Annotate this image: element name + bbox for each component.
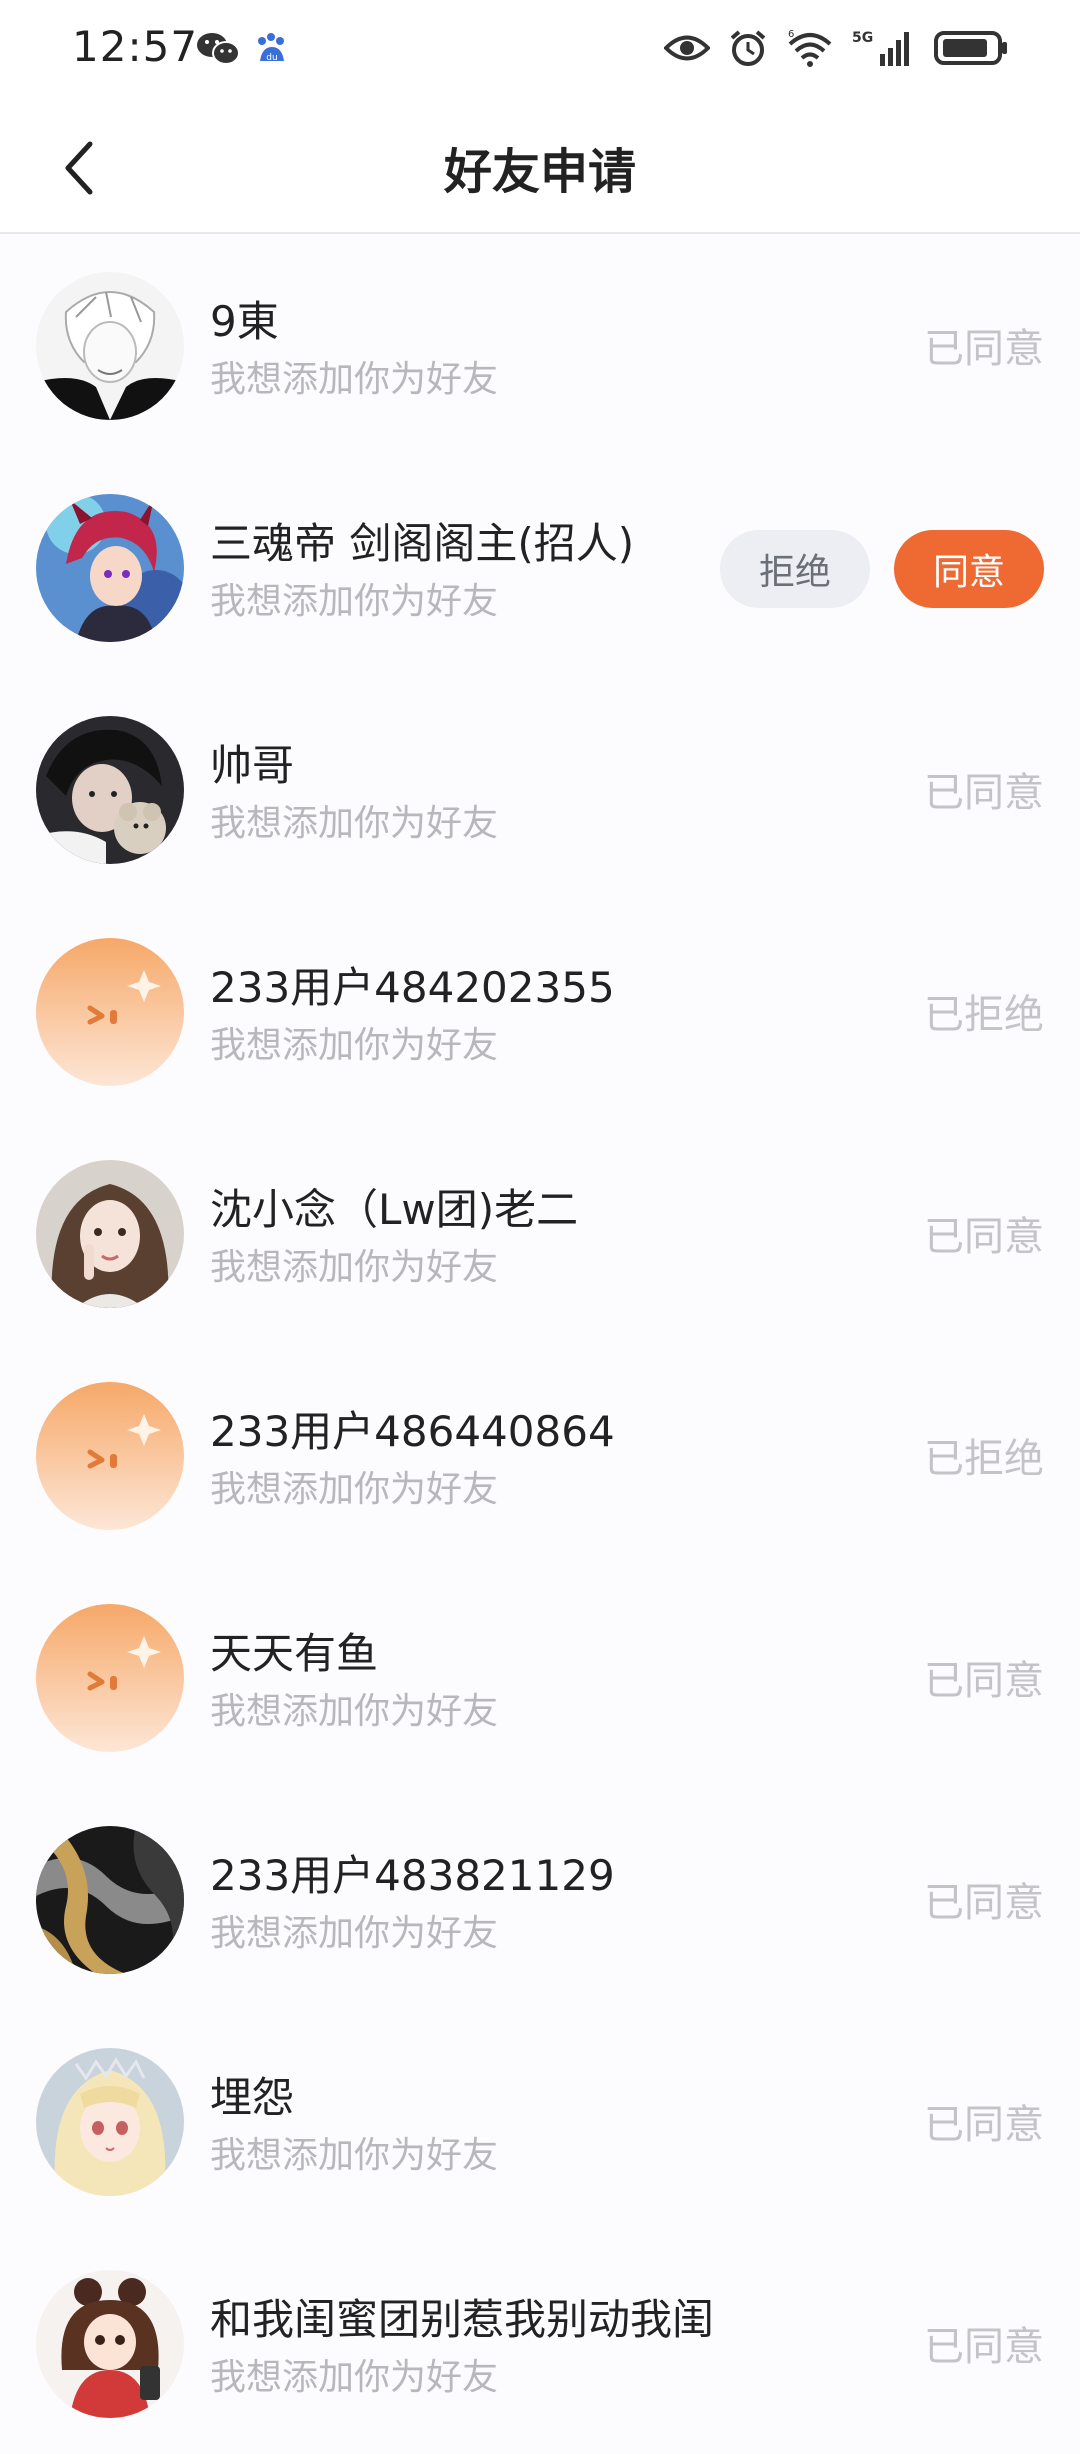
avatar[interactable] <box>36 2048 184 2196</box>
request-message: 我想添加你为好友 <box>210 1247 499 1288</box>
request-message: 我想添加你为好友 <box>210 2357 499 2398</box>
friend-request-row[interactable]: 9東 我想添加你为好友 已同意 <box>0 234 1080 456</box>
friend-request-row[interactable]: 和我闺蜜团别惹我别动我闺 我想添加你为好友 已同意 <box>0 2232 1080 2454</box>
app-header: 好友申请 <box>0 100 1080 234</box>
default-avatar[interactable] <box>36 1604 184 1752</box>
svg-text:du: du <box>266 53 277 63</box>
alarm-icon <box>728 28 768 72</box>
avatar[interactable] <box>36 494 184 642</box>
request-status: 已同意 <box>924 2102 1044 2148</box>
requester-name: 和我闺蜜团别惹我别动我闺 <box>210 2295 715 2344</box>
page-title: 好友申请 <box>443 144 636 200</box>
cellular-signal-icon: 5G <box>852 28 916 72</box>
request-status: 已同意 <box>924 1214 1044 1260</box>
request-status: 已拒绝 <box>924 1436 1044 1482</box>
status-right-icons: 6 5G <box>663 28 1010 72</box>
request-status: 已同意 <box>924 2324 1044 2370</box>
baidu-icon: du <box>254 31 290 71</box>
request-message: 我想添加你为好友 <box>210 1469 499 1510</box>
request-message: 我想添加你为好友 <box>210 2135 499 2176</box>
request-status: 已同意 <box>924 1658 1044 1704</box>
request-message: 我想添加你为好友 <box>210 1025 499 1066</box>
reject-button[interactable]: 拒绝 <box>720 530 870 608</box>
status-time: 12:57 <box>72 22 199 71</box>
request-status: 已拒绝 <box>924 992 1044 1038</box>
default-avatar[interactable] <box>36 1382 184 1530</box>
svg-text:5G: 5G <box>852 30 873 46</box>
request-status: 已同意 <box>924 770 1044 816</box>
request-message: 我想添加你为好友 <box>210 1691 499 1732</box>
requester-name: 233用户483821129 <box>210 1851 615 1900</box>
requester-name: 233用户486440864 <box>210 1407 615 1456</box>
requester-name: 埋怨 <box>210 2073 295 2122</box>
friend-request-row[interactable]: 帅哥 我想添加你为好友 已同意 <box>0 678 1080 900</box>
request-message: 我想添加你为好友 <box>210 359 499 400</box>
default-avatar[interactable] <box>36 938 184 1086</box>
friend-request-list: 9東 我想添加你为好友 已同意 三魂帝 剑阁阁主(招人) 我想添加你为好友 拒绝… <box>0 234 1080 2454</box>
avatar[interactable] <box>36 2270 184 2418</box>
requester-name: 233用户484202355 <box>210 963 615 1012</box>
svg-text:6: 6 <box>788 29 794 40</box>
eye-icon <box>663 33 711 67</box>
status-bar: 12:57 du 6 5G <box>0 0 1080 100</box>
friend-request-row[interactable]: 233用户484202355 我想添加你为好友 已拒绝 <box>0 900 1080 1122</box>
requester-name: 9東 <box>210 297 279 346</box>
avatar[interactable] <box>36 1160 184 1308</box>
requester-name: 三魂帝 剑阁阁主(招人) <box>210 519 635 568</box>
accept-button[interactable]: 同意 <box>894 530 1044 608</box>
friend-request-row[interactable]: 天天有鱼 我想添加你为好友 已同意 <box>0 1566 1080 1788</box>
friend-request-row[interactable]: 三魂帝 剑阁阁主(招人) 我想添加你为好友 拒绝 同意 <box>0 456 1080 678</box>
requester-name: 天天有鱼 <box>210 1629 379 1678</box>
friend-request-row[interactable]: 沈小念（Lw团)老二 我想添加你为好友 已同意 <box>0 1122 1080 1344</box>
avatar[interactable] <box>36 272 184 420</box>
friend-request-row[interactable]: 233用户486440864 我想添加你为好友 已拒绝 <box>0 1344 1080 1566</box>
friend-request-row[interactable]: 233用户483821129 我想添加你为好友 已同意 <box>0 1788 1080 2010</box>
avatar[interactable] <box>36 716 184 864</box>
battery-icon <box>934 29 1010 71</box>
requester-name: 沈小念（Lw团)老二 <box>210 1185 579 1234</box>
friend-request-row[interactable]: 埋怨 我想添加你为好友 已同意 <box>0 2010 1080 2232</box>
status-left-icons: du <box>196 30 290 72</box>
wechat-icon <box>196 30 240 72</box>
wifi-icon: 6 <box>786 28 834 72</box>
requester-name: 帅哥 <box>210 741 295 790</box>
request-status: 已同意 <box>924 326 1044 372</box>
request-message: 我想添加你为好友 <box>210 1913 499 1954</box>
request-message: 我想添加你为好友 <box>210 581 499 622</box>
avatar[interactable] <box>36 1826 184 1974</box>
request-status: 已同意 <box>924 1880 1044 1926</box>
request-message: 我想添加你为好友 <box>210 803 499 844</box>
